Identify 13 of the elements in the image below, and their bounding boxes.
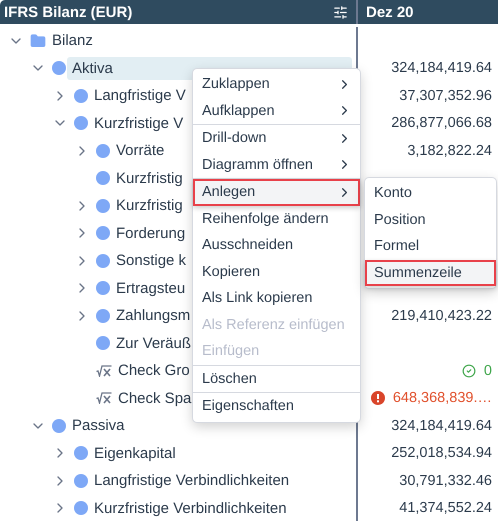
value-cell: 3,182,822.24 [407,142,492,159]
value-cell: 252,018,534.94 [391,445,492,462]
value-cell: 286,877,066.68 [391,115,492,132]
value-cell: 37,307,352.96 [399,88,492,104]
value-cell: 324,184,419.64 [391,418,492,434]
value-cell: 41,374,552.24 [399,500,492,516]
value-cell: 648,368,839.… [392,390,492,406]
value-cell: 219,410,423.22 [391,308,492,324]
column-header: Dez 20 [365,4,414,20]
value-cell: 0 [484,362,492,379]
value-cell: 324,184,419.64 [391,60,492,76]
value-cell: 30,791,332.46 [399,472,492,489]
panel-title: IFRS Bilanz (EUR) [4,4,132,20]
